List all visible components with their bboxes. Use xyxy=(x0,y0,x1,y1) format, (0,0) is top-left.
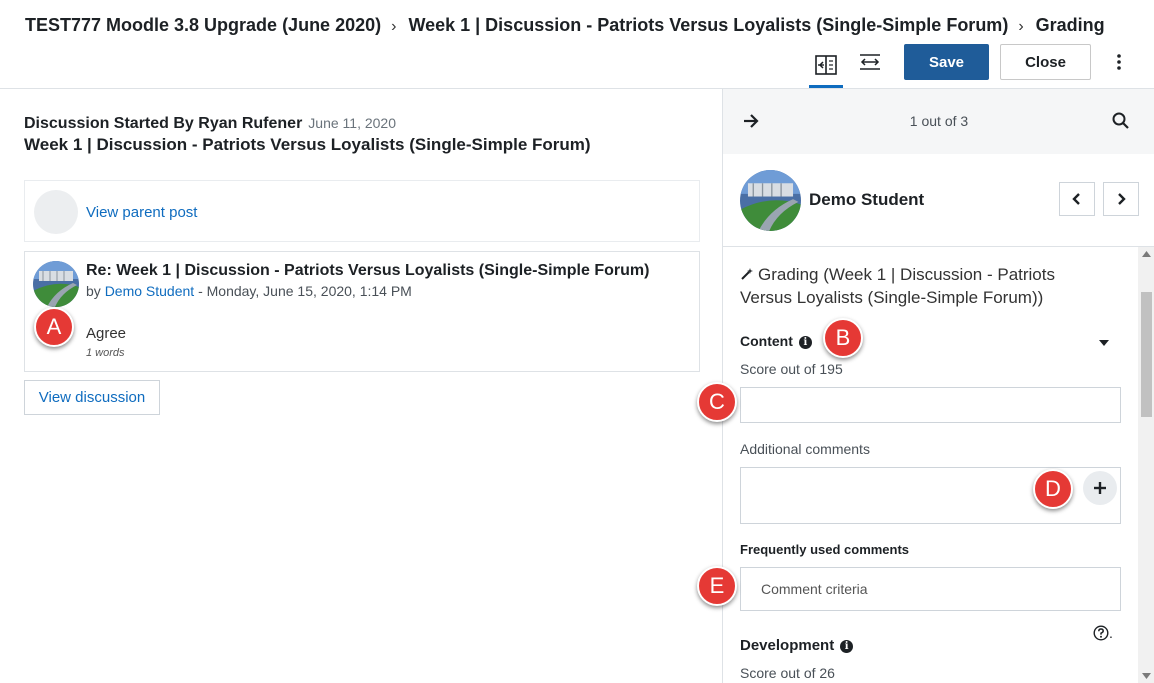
breadcrumb-separator-icon: › xyxy=(391,18,397,35)
comment-criteria-placeholder: Comment criteria xyxy=(761,581,868,597)
post-word-count: 1 words xyxy=(86,347,125,359)
panel-collapse-icon xyxy=(815,54,837,75)
chevron-left-icon xyxy=(1072,193,1080,205)
author-link[interactable]: Demo Student xyxy=(105,283,195,299)
grading-title: Grading (Week 1 | Discussion - Patriots … xyxy=(740,263,1110,309)
development-criterion-label: Development i xyxy=(740,637,854,654)
grading-title-text: Grading (Week 1 | Discussion - Patriots … xyxy=(740,265,1055,307)
post-timestamp: - Monday, June 15, 2020, 1:14 PM xyxy=(198,283,412,299)
next-user-button[interactable] xyxy=(1103,182,1139,216)
magic-wand-icon xyxy=(741,268,753,280)
add-comment-button[interactable] xyxy=(1083,471,1117,505)
content-label-text: Content xyxy=(740,333,793,349)
breadcrumb-separator-icon: › xyxy=(1018,18,1024,35)
info-icon[interactable]: i xyxy=(798,335,812,349)
info-icon[interactable]: i xyxy=(840,639,854,653)
user-pager: 1 out of 3 xyxy=(723,89,1154,154)
annotation-marker-a: A xyxy=(34,307,74,347)
student-selector: Demo Student xyxy=(723,154,1154,247)
student-photo-icon xyxy=(740,170,801,231)
avatar xyxy=(740,170,801,231)
breadcrumb-course[interactable]: TEST777 Moodle 3.8 Upgrade (June 2020) xyxy=(25,15,381,35)
student-photo-icon xyxy=(33,261,79,307)
close-button[interactable]: Close xyxy=(1000,44,1091,80)
chevron-right-icon xyxy=(1118,193,1126,205)
post-title: Re: Week 1 | Discussion - Patriots Versu… xyxy=(86,262,650,279)
help-icon xyxy=(1093,625,1109,641)
annotation-marker-d: D xyxy=(1033,469,1073,509)
comment-criteria-field[interactable]: Comment criteria xyxy=(740,567,1121,611)
student-name: Demo Student xyxy=(809,190,925,209)
score-label: Score out of 195 xyxy=(740,361,843,377)
avatar xyxy=(34,190,78,234)
byline-prefix: by xyxy=(86,283,101,299)
parent-post-card: View parent post xyxy=(24,180,700,242)
grading-form: Grading (Week 1 | Discussion - Patriots … xyxy=(723,247,1154,683)
pager-count: 1 out of 3 xyxy=(909,113,969,129)
breadcrumb-forum[interactable]: Week 1 | Discussion - Patriots Versus Lo… xyxy=(408,15,1008,35)
help-button[interactable]: . xyxy=(1093,625,1113,641)
help-suffix: . xyxy=(1109,625,1113,641)
grading-scrollbar[interactable] xyxy=(1138,247,1154,683)
discussion-started-by: Discussion Started By Ryan Rufener June 1… xyxy=(24,115,396,133)
previous-user-button[interactable] xyxy=(1059,182,1095,216)
caret-down-icon[interactable] xyxy=(1098,339,1110,347)
additional-comments-label: Additional comments xyxy=(740,441,870,457)
discussion-date: June 11, 2020 xyxy=(308,115,397,131)
scroll-up-icon[interactable] xyxy=(1142,251,1151,257)
breadcrumb: TEST777 Moodle 3.8 Upgrade (June 2020) › W… xyxy=(25,15,1105,36)
development-score-label: Score out of 26 xyxy=(740,665,835,681)
content-criterion-label: Content i xyxy=(740,333,812,349)
avatar[interactable] xyxy=(33,261,79,307)
grader-panel: 1 out of 3 Demo Student Grading (Week 1 … xyxy=(722,89,1154,683)
frequently-used-comments-label: Frequently used comments xyxy=(740,542,910,557)
kebab-menu-icon[interactable] xyxy=(1108,50,1130,74)
view-parent-post-link[interactable]: View parent post xyxy=(86,204,197,221)
discussion-panel: Discussion Started By Ryan Rufener June 1… xyxy=(0,89,722,683)
forum-post: Re: Week 1 | Discussion - Patriots Versu… xyxy=(24,251,700,372)
post-body: Agree xyxy=(86,325,127,342)
grading-header: TEST777 Moodle 3.8 Upgrade (June 2020) › W… xyxy=(0,0,1154,89)
expand-horizontal-icon xyxy=(860,54,880,70)
score-input[interactable] xyxy=(740,387,1121,423)
development-label-text: Development xyxy=(740,637,835,654)
annotation-marker-e: E xyxy=(697,566,737,606)
annotation-marker-c: C xyxy=(697,382,737,422)
scroll-down-icon[interactable] xyxy=(1142,673,1151,679)
plus-icon xyxy=(1094,482,1106,494)
discussion-title: Week 1 | Discussion - Patriots Versus Lo… xyxy=(24,135,591,154)
view-discussion-button[interactable]: View discussion xyxy=(24,380,160,415)
scrollbar-thumb[interactable] xyxy=(1141,292,1152,417)
search-icon[interactable] xyxy=(1111,111,1131,131)
expand-view-button[interactable] xyxy=(853,44,887,80)
annotation-marker-b: B xyxy=(823,318,863,358)
post-byline: by Demo Student - Monday, June 15, 2020,… xyxy=(86,283,412,299)
breadcrumb-current: Grading xyxy=(1035,15,1105,35)
save-button[interactable]: Save xyxy=(904,44,989,80)
collapse-grade-panel-button[interactable] xyxy=(809,44,843,88)
view-discussion-label: View discussion xyxy=(38,389,146,406)
started-by-text: Discussion Started By Ryan Rufener xyxy=(24,115,303,132)
